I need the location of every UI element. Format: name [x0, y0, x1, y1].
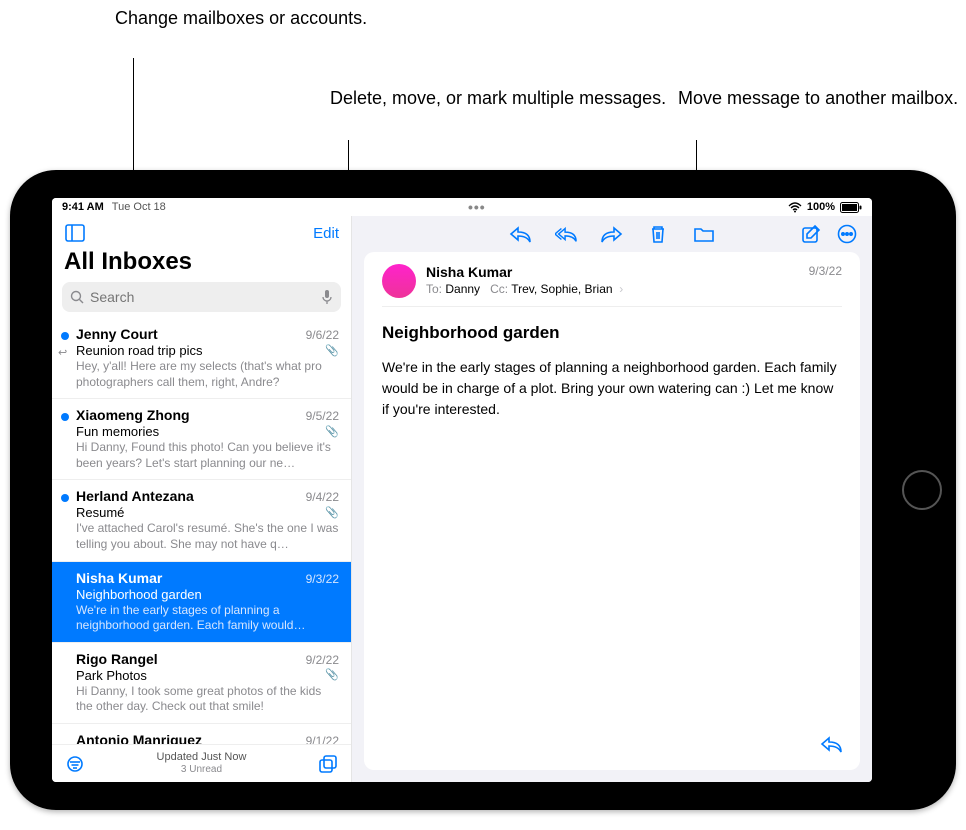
attachment-icon: 📎	[325, 668, 339, 681]
detail-recipients[interactable]: To: Danny Cc: Trev, Sophie, Brian ›	[426, 282, 799, 296]
msg-date: 9/6/22	[306, 328, 339, 342]
msg-date: 9/5/22	[306, 409, 339, 423]
unread-dot-icon	[61, 413, 69, 421]
reply-all-button[interactable]	[555, 223, 577, 245]
msg-sender: Xiaomeng Zhong	[76, 407, 190, 423]
mailboxes-button[interactable]	[64, 222, 86, 244]
chevron-right-icon: ›	[616, 282, 623, 296]
message-item[interactable]: Rigo Rangel 9/2/22 Park Photos 📎 Hi Danny, I…	[52, 643, 351, 724]
callout-mailboxes: Change mailboxes or accounts.	[115, 6, 367, 30]
msg-subject: Reunion road trip pics	[76, 343, 202, 358]
message-item[interactable]: Nisha Kumar 9/3/22 Neighborhood gardenWe'r…	[52, 562, 351, 643]
message-item[interactable]: Herland Antezana 9/4/22 Resumé 📎 I've attach…	[52, 480, 351, 561]
unread-count: 3 Unread	[157, 764, 247, 776]
home-button[interactable]	[902, 470, 942, 510]
message-item[interactable]: Antonio Manriquez9/1/22Send photos pleas…	[52, 724, 351, 744]
status-date: Tue Oct 18	[112, 201, 166, 213]
status-bar: 9:41 AM Tue Oct 18 ••• 100%	[52, 198, 872, 216]
search-input[interactable]	[90, 289, 315, 305]
grabber-icon: •••	[468, 199, 486, 215]
msg-preview: We're in the early stages of planning a …	[76, 603, 339, 634]
status-time: 9:41 AM	[62, 201, 104, 213]
updated-label: Updated Just Now	[157, 751, 247, 764]
msg-sender: Jenny Court	[76, 326, 158, 342]
message-body: Nisha Kumar To: Danny Cc: Trev, Sophie, …	[364, 252, 860, 770]
ipad-frame: 9:41 AM Tue Oct 18 ••• 100% Edit All Inb…	[10, 170, 956, 810]
more-button[interactable]	[836, 223, 858, 245]
battery-icon	[840, 202, 862, 213]
callout-edit: Delete, move, or mark multiple messages.	[330, 86, 666, 110]
screen: 9:41 AM Tue Oct 18 ••• 100% Edit All Inb…	[52, 198, 872, 782]
msg-subject: Fun memories	[76, 424, 159, 439]
callouts: Change mailboxes or accounts. Delete, mo…	[0, 0, 966, 170]
sidebar-title: All Inboxes	[52, 246, 351, 282]
callout-move: Move message to another mailbox.	[678, 86, 958, 110]
msg-preview: Hey, y'all! Here are my selects (that's …	[76, 359, 339, 390]
detail-pane: Nisha Kumar To: Danny Cc: Trev, Sophie, …	[352, 216, 872, 782]
sidebar: Edit All Inboxes ↩︎ Jenny Court 9/6/22 Reun…	[52, 216, 352, 782]
wifi-icon	[788, 202, 802, 213]
message-list: ↩︎ Jenny Court 9/6/22 Reunion road trip pic…	[52, 318, 351, 744]
avatar[interactable]	[382, 264, 416, 298]
msg-date: 9/1/22	[306, 734, 339, 744]
attachment-icon: 📎	[325, 425, 339, 438]
message-item[interactable]: Xiaomeng Zhong 9/5/22 Fun memories 📎 Hi Dann…	[52, 399, 351, 480]
detail-toolbar	[352, 216, 872, 252]
message-item[interactable]: ↩︎ Jenny Court 9/6/22 Reunion road trip pic…	[52, 318, 351, 399]
msg-preview: Hi Danny, I took some great photos of th…	[76, 684, 339, 715]
msg-date: 9/4/22	[306, 490, 339, 504]
attachment-icon: 📎	[325, 506, 339, 519]
msg-sender: Nisha Kumar	[76, 570, 162, 586]
search-icon	[70, 290, 84, 304]
edit-button[interactable]: Edit	[313, 225, 339, 242]
forward-button[interactable]	[601, 223, 623, 245]
msg-date: 9/3/22	[306, 572, 339, 586]
attachment-icon: 📎	[325, 344, 339, 357]
msg-subject: Neighborhood garden	[76, 587, 202, 602]
replied-icon: ↩︎	[58, 346, 67, 359]
detail-subject: Neighborhood garden	[382, 323, 842, 343]
msg-sender: Herland Antezana	[76, 488, 194, 504]
reply-button[interactable]	[509, 223, 531, 245]
mic-icon[interactable]	[321, 289, 333, 305]
search-field[interactable]	[62, 282, 341, 312]
trash-button[interactable]	[647, 223, 669, 245]
msg-preview: Hi Danny, Found this photo! Can you beli…	[76, 440, 339, 471]
msg-date: 9/2/22	[306, 653, 339, 667]
msg-sender: Antonio Manriquez	[76, 732, 202, 744]
detail-date: 9/3/22	[809, 264, 842, 278]
unread-dot-icon	[61, 494, 69, 502]
msg-subject: Resumé	[76, 505, 124, 520]
detail-sender[interactable]: Nisha Kumar	[426, 264, 799, 280]
unread-dot-icon	[61, 332, 69, 340]
move-button[interactable]	[693, 223, 715, 245]
stack-button[interactable]	[317, 753, 339, 775]
msg-subject: Park Photos	[76, 668, 147, 683]
msg-preview: I've attached Carol's resumé. She's the …	[76, 521, 339, 552]
compose-button[interactable]	[800, 223, 822, 245]
reply-footer-button[interactable]	[820, 733, 842, 755]
filter-button[interactable]	[64, 753, 86, 775]
msg-sender: Rigo Rangel	[76, 651, 158, 667]
detail-text: We're in the early stages of planning a …	[382, 357, 842, 420]
battery-pct: 100%	[807, 201, 835, 213]
